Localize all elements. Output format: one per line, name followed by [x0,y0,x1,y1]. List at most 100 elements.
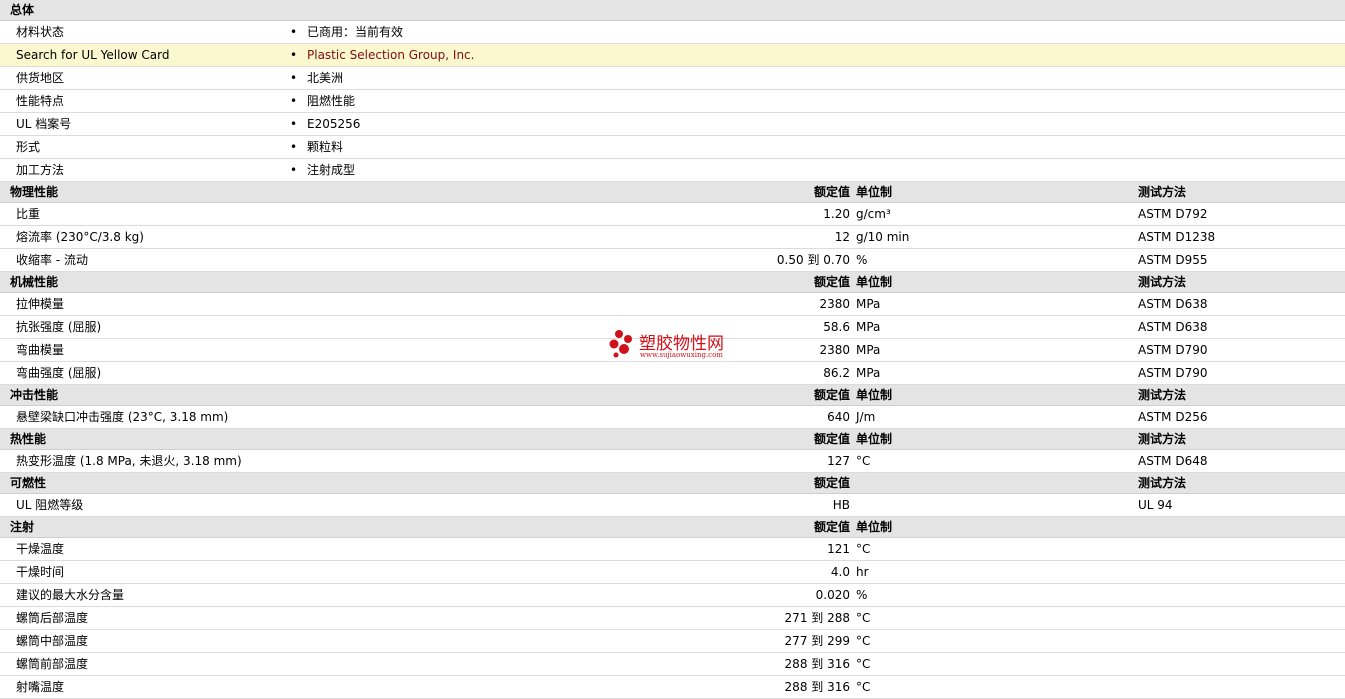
row-value: 0.50 到 0.70 [776,253,850,267]
bullet-icon: • [290,71,298,85]
column-header-value: 额定值 [813,388,850,402]
row-unit: MPa [856,320,881,334]
table-row: 材料状态 • 已商用：当前有效 [0,21,1345,44]
watermark-url: www.sujiaowuxing.com [640,351,723,359]
yellow-card-link[interactable]: Plastic Selection Group, Inc. [307,44,474,66]
row-unit: hr [856,565,869,579]
section-title: 总体 [10,3,35,17]
column-header-test: 测试方法 [1138,388,1187,402]
section-title: 冲击性能 [10,388,59,402]
row-label: 螺筒中部温度 [16,634,89,648]
row-label: Search for UL Yellow Card [16,48,170,62]
row-test-method: UL 94 [1138,498,1173,512]
section-title: 机械性能 [10,275,59,289]
row-value: 277 到 299 [784,634,850,648]
row-unit: °C [856,680,871,694]
row-label: 加工方法 [16,163,65,177]
row-label: 材料状态 [16,25,65,39]
row-unit: MPa [856,297,881,311]
column-header-unit: 单位制 [856,388,893,402]
row-label: 性能特点 [16,94,65,108]
column-header-unit: 单位制 [856,275,893,289]
column-header-unit: 单位制 [856,520,893,534]
bullet-icon: • [290,48,298,62]
row-value: 121 [827,542,850,556]
bullet-icon: • [290,117,298,131]
table-row: UL 档案号 • E205256 [0,113,1345,136]
column-header-test: 测试方法 [1138,432,1187,446]
bullet-icon: • [290,25,298,39]
table-row: 干燥时间 4.0 hr [0,561,1345,584]
row-unit: °C [856,657,871,671]
logo-dots-icon [609,330,632,358]
row-label: 收缩率 - 流动 [16,253,88,267]
row-label: 供货地区 [16,71,65,85]
row-label: 螺筒前部温度 [16,657,89,671]
row-test-method: ASTM D790 [1138,343,1208,357]
row-unit: °C [856,542,871,556]
row-label: 干燥温度 [16,542,65,556]
row-label: 射嘴温度 [16,680,65,694]
row-value: 4.0 [830,565,850,579]
section-header: 可燃性 额定值 测试方法 [0,473,1345,494]
row-unit: °C [856,454,871,468]
row-value: 12 [834,230,850,244]
row-value: 288 到 316 [784,657,850,671]
column-header-value: 额定值 [813,275,850,289]
table-row: 悬壁梁缺口冲击强度 (23°C, 3.18 mm) 640 J/m ASTM D256 [0,406,1345,429]
row-value: 2380 [819,297,850,311]
table-row: 比重 1.20 g/cm³ ASTM D792 [0,203,1345,226]
row-value: 2380 [819,343,850,357]
row-unit: °C [856,634,871,648]
row-value: 288 到 316 [784,680,850,694]
section-header: 注射 额定值 单位制 [0,517,1345,538]
column-header-unit: 单位制 [856,432,893,446]
row-label: 热变形温度 (1.8 MPa, 未退火, 3.18 mm) [16,454,242,468]
table-row: 螺筒中部温度 277 到 299 °C [0,630,1345,653]
table-row[interactable]: Search for UL Yellow Card • Plastic Select… [0,44,1345,67]
table-row: 熔流率 (230°C/3.8 kg) 12 g/10 min ASTM D1238 [0,226,1345,249]
row-label: 弯曲模量 [16,343,65,357]
row-unit: % [856,588,868,602]
section-title: 物理性能 [10,185,59,199]
row-value: 北美洲 [307,71,344,85]
row-label: 拉伸模量 [16,297,65,311]
table-row: 螺筒后部温度 271 到 288 °C [0,607,1345,630]
bullet-icon: • [290,163,298,177]
table-row: 性能特点 • 阻燃性能 [0,90,1345,113]
column-header-unit: 单位制 [856,185,893,199]
row-test-method: ASTM D648 [1138,454,1208,468]
row-test-method: ASTM D955 [1138,253,1208,267]
row-label: UL 档案号 [16,117,72,131]
row-label: 抗张强度 (屈服) [16,320,102,334]
row-value: 注射成型 [307,163,356,177]
table-row: 拉伸模量 2380 MPa ASTM D638 [0,293,1345,316]
row-test-method: ASTM D638 [1138,320,1208,334]
row-label: 熔流率 (230°C/3.8 kg) [16,230,144,244]
row-value: HB [832,498,850,512]
table-row: 加工方法 • 注射成型 [0,159,1345,182]
section-title: 热性能 [10,432,47,446]
section-header: 总体 [0,0,1345,21]
row-value: 1.20 [823,207,850,221]
row-value: 127 [827,454,850,468]
row-label: 螺筒后部温度 [16,611,89,625]
section-title: 可燃性 [10,476,47,490]
row-label: 弯曲强度 (屈服) [16,366,102,380]
row-unit: g/10 min [856,230,910,244]
table-row: 弯曲强度 (屈服) 86.2 MPa ASTM D790 [0,362,1345,385]
bullet-icon: • [290,140,298,154]
row-label: 形式 [16,140,41,154]
row-value: 颗粒料 [307,140,344,154]
column-header-value: 额定值 [813,432,850,446]
row-unit: °C [856,611,871,625]
table-row: 收缩率 - 流动 0.50 到 0.70% ASTM D955 [0,249,1345,272]
table-row: 干燥温度 121 °C [0,538,1345,561]
row-label: UL 阻燃等级 [16,498,84,512]
table-row: 热变形温度 (1.8 MPa, 未退火, 3.18 mm) 127 °C ASTM D… [0,450,1345,473]
table-row: 形式 • 颗粒料 [0,136,1345,159]
row-value: 271 到 288 [784,611,850,625]
section-header: 冲击性能 额定值 单位制 测试方法 [0,385,1345,406]
bullet-icon: • [290,94,298,108]
column-header-value: 额定值 [813,476,850,490]
